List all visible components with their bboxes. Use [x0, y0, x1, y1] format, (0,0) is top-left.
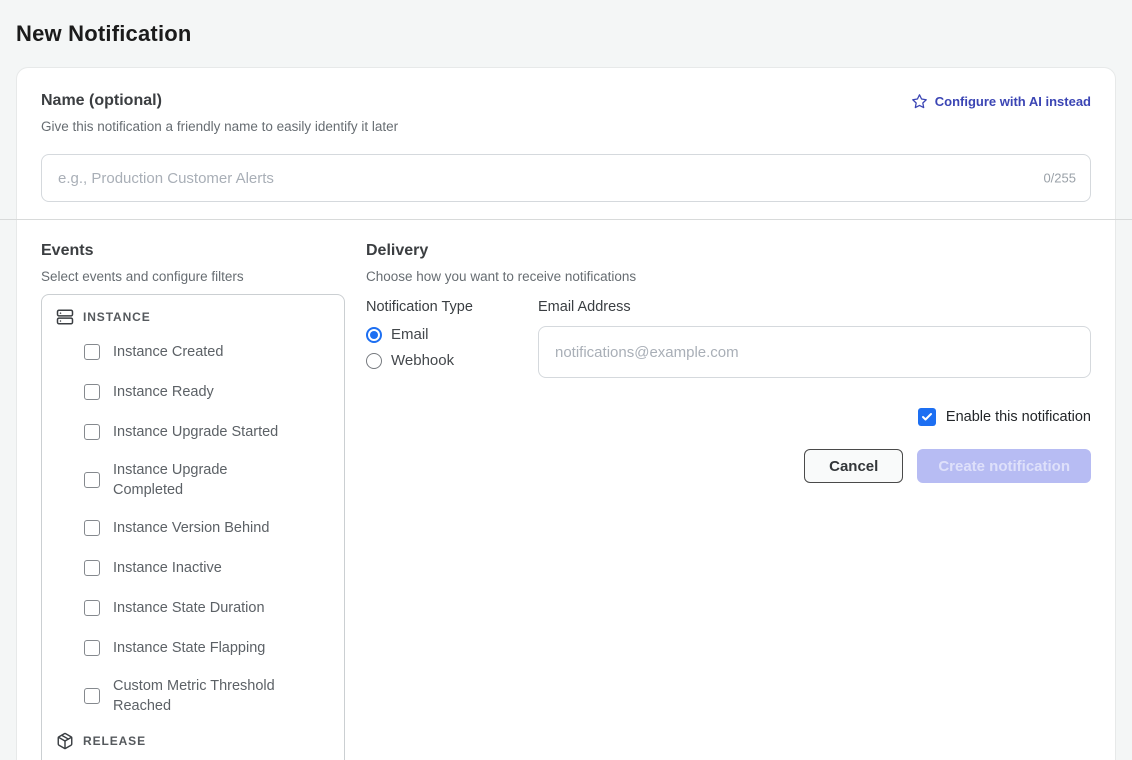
- checkbox-icon[interactable]: [84, 424, 100, 440]
- events-section: Events Select events and configure filte…: [41, 242, 345, 760]
- name-input[interactable]: [41, 154, 1091, 202]
- name-section-heading: Name (optional): [41, 92, 162, 110]
- event-item-instance-ready[interactable]: Instance Ready: [84, 380, 332, 404]
- top-header: New Notification: [0, 0, 1132, 67]
- checkbox-icon[interactable]: [84, 384, 100, 400]
- event-item-instance-version-behind[interactable]: Instance Version Behind: [84, 516, 332, 540]
- checkbox-icon[interactable]: [84, 520, 100, 536]
- star-icon: [911, 93, 928, 110]
- email-address-label: Email Address: [538, 299, 1091, 315]
- event-group-release-label: RELEASE: [83, 734, 146, 748]
- cancel-button[interactable]: Cancel: [804, 449, 903, 483]
- radio-email-label: Email: [391, 326, 429, 343]
- delivery-section: Delivery Choose how you want to receive …: [366, 242, 1091, 760]
- radio-unselected-icon[interactable]: [366, 353, 382, 369]
- event-item-instance-created[interactable]: Instance Created: [84, 340, 332, 364]
- event-group-instance-label: INSTANCE: [83, 310, 151, 324]
- notification-type-label: Notification Type: [366, 299, 514, 315]
- enable-notification-row[interactable]: Enable this notification: [366, 408, 1091, 426]
- checkbox-icon[interactable]: [84, 688, 100, 704]
- events-list: INSTANCE Instance Created Instance Ready…: [41, 294, 345, 760]
- checkbox-icon[interactable]: [84, 560, 100, 576]
- checked-checkbox-icon[interactable]: [918, 408, 936, 426]
- checkbox-icon[interactable]: [84, 640, 100, 656]
- event-item-instance-upgrade-started[interactable]: Instance Upgrade Started: [84, 420, 332, 444]
- event-item-instance-inactive[interactable]: Instance Inactive: [84, 556, 332, 580]
- radio-option-webhook[interactable]: Webhook: [366, 352, 514, 369]
- event-group-release: RELEASE: [54, 732, 332, 750]
- checkbox-icon[interactable]: [84, 472, 100, 488]
- event-group-instance: INSTANCE: [54, 308, 332, 326]
- events-heading: Events: [41, 242, 345, 260]
- radio-selected-icon[interactable]: [366, 327, 382, 343]
- event-item-instance-state-flapping[interactable]: Instance State Flapping: [84, 636, 332, 660]
- page: { "page": { "title": "New Notification" …: [0, 0, 1132, 760]
- event-item-custom-metric-threshold[interactable]: Custom Metric Threshold Reached: [84, 676, 332, 716]
- radio-webhook-label: Webhook: [391, 352, 454, 369]
- package-icon: [56, 732, 74, 750]
- enable-notification-label: Enable this notification: [946, 409, 1091, 425]
- radio-option-email[interactable]: Email: [366, 326, 514, 343]
- events-subtitle: Select events and configure filters: [41, 269, 345, 284]
- checkbox-icon[interactable]: [84, 344, 100, 360]
- server-icon: [56, 308, 74, 326]
- char-counter: 0/255: [1043, 171, 1076, 186]
- name-section: Name (optional) Configure with AI instea…: [17, 68, 1115, 219]
- new-notification-card: Name (optional) Configure with AI instea…: [16, 67, 1116, 760]
- email-input[interactable]: [538, 326, 1091, 378]
- delivery-heading: Delivery: [366, 242, 1091, 260]
- name-section-subtitle: Give this notification a friendly name t…: [41, 119, 1091, 134]
- configure-with-ai-label: Configure with AI instead: [935, 94, 1091, 109]
- page-title: New Notification: [16, 21, 1116, 47]
- event-item-instance-upgrade-completed[interactable]: Instance Upgrade Completed: [84, 460, 332, 500]
- event-item-instance-state-duration[interactable]: Instance State Duration: [84, 596, 332, 620]
- checkbox-icon[interactable]: [84, 600, 100, 616]
- create-notification-button[interactable]: Create notification: [917, 449, 1091, 483]
- delivery-subtitle: Choose how you want to receive notificat…: [366, 269, 1091, 284]
- configure-with-ai-link[interactable]: Configure with AI instead: [911, 93, 1091, 110]
